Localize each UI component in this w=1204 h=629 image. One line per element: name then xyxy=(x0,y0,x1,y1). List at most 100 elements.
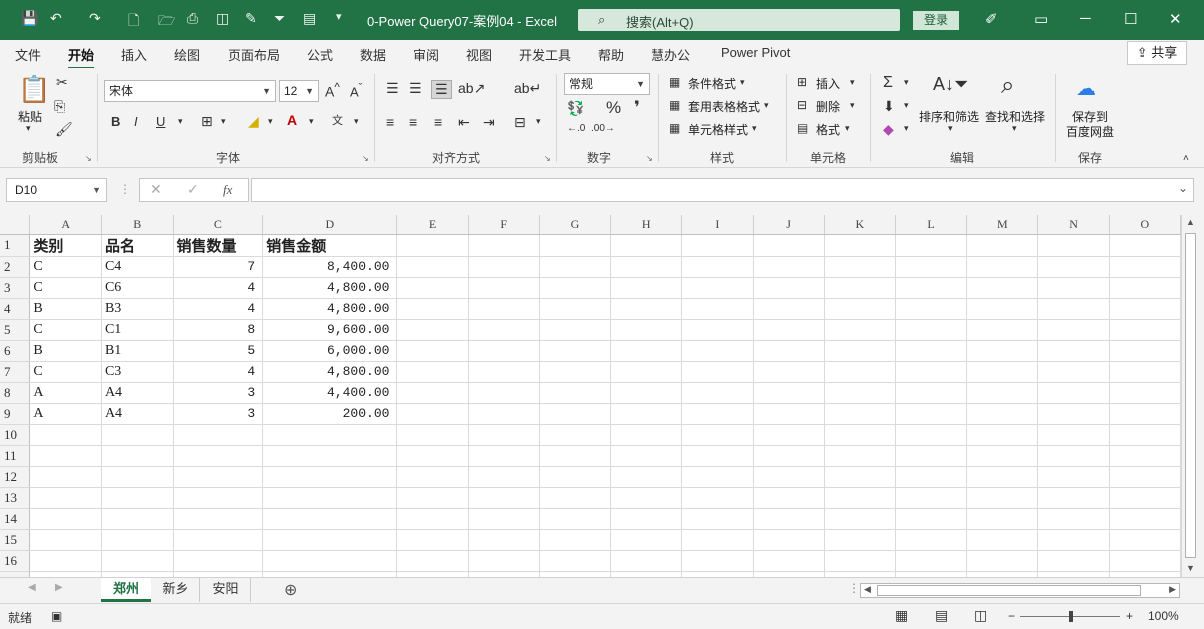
tab-page-layout[interactable]: 页面布局 xyxy=(228,45,280,64)
maximize-icon[interactable]: ☐ xyxy=(1124,10,1137,28)
cell-empty[interactable] xyxy=(396,550,469,572)
cell-empty[interactable] xyxy=(966,340,1039,362)
baidu-netdisk-icon[interactable]: ☁ xyxy=(1076,76,1096,101)
tab-power-pivot[interactable]: Power Pivot xyxy=(721,45,790,60)
cell-empty[interactable] xyxy=(1037,424,1110,446)
cell-a[interactable] xyxy=(29,445,102,467)
tab-draw[interactable]: 绘图 xyxy=(174,45,200,64)
conditional-format-button[interactable]: 条件格式 xyxy=(688,75,736,92)
tab-view[interactable]: 视图 xyxy=(466,45,492,64)
cell-empty[interactable] xyxy=(824,403,896,425)
cell-b[interactable]: C6 xyxy=(101,277,174,299)
cell-empty[interactable] xyxy=(1109,361,1181,383)
normal-view-icon[interactable]: ▦ xyxy=(895,607,908,624)
column-header[interactable]: F xyxy=(468,215,540,235)
cell-empty[interactable] xyxy=(824,487,896,509)
cell-empty[interactable] xyxy=(824,508,896,530)
cell-empty[interactable] xyxy=(610,340,683,362)
font-name-select[interactable]: 宋体 ▼ xyxy=(104,80,276,102)
cell-empty[interactable] xyxy=(1109,550,1181,572)
row-header[interactable]: 14 xyxy=(0,508,31,530)
cell-c[interactable]: 3 xyxy=(173,382,264,404)
chevron-down-icon[interactable]: ▾ xyxy=(764,100,769,111)
zoom-slider-thumb[interactable] xyxy=(1069,611,1073,622)
align-center-icon[interactable]: ≡ xyxy=(409,114,417,130)
cell-empty[interactable] xyxy=(396,361,469,383)
formula-input[interactable]: ⌄ xyxy=(251,178,1194,202)
row-header[interactable]: 11 xyxy=(0,445,31,467)
cell-empty[interactable] xyxy=(895,508,968,530)
prev-sheet-icon[interactable]: ◀ xyxy=(28,582,36,593)
cell-a[interactable]: C xyxy=(29,277,102,299)
cell-empty[interactable] xyxy=(539,466,612,488)
cell-empty[interactable] xyxy=(681,256,754,278)
column-header[interactable]: H xyxy=(610,215,683,235)
collapse-ribbon-icon[interactable]: ˄ xyxy=(1183,153,1189,164)
insert-button[interactable]: 插入 xyxy=(816,75,840,92)
bold-icon[interactable]: B xyxy=(111,114,120,129)
column-header[interactable]: D xyxy=(262,215,398,235)
cell-empty[interactable] xyxy=(753,424,825,446)
cell-empty[interactable] xyxy=(1037,529,1110,551)
zoom-level[interactable]: 100% xyxy=(1148,609,1179,623)
cell-empty[interactable] xyxy=(681,550,754,572)
cell-empty[interactable] xyxy=(1109,382,1181,404)
redo-icon[interactable]: ↷ xyxy=(89,10,101,27)
comma-style-icon[interactable]: ❜ xyxy=(634,98,640,118)
cell-empty[interactable] xyxy=(966,424,1039,446)
cell-b[interactable] xyxy=(101,466,174,488)
cell-empty[interactable] xyxy=(824,550,896,572)
cell-d[interactable]: 200.00 xyxy=(262,403,398,425)
fill-down-icon[interactable]: ⬇ xyxy=(883,98,895,115)
cell-d[interactable]: 4,400.00 xyxy=(262,382,398,404)
cell-empty[interactable] xyxy=(1109,529,1181,551)
close-icon[interactable]: ✕ xyxy=(1169,10,1182,28)
number-format-select[interactable]: 常规 ▼ xyxy=(564,73,650,95)
cell-empty[interactable] xyxy=(610,445,683,467)
cell-empty[interactable] xyxy=(753,277,825,299)
cell-empty[interactable] xyxy=(396,382,469,404)
cell-a[interactable]: C xyxy=(29,319,102,341)
align-top-icon[interactable]: ☰ xyxy=(386,80,399,97)
cell-b[interactable] xyxy=(101,529,174,551)
cell-a[interactable]: 类别 xyxy=(29,234,102,257)
row-header[interactable]: 4 xyxy=(0,298,31,320)
cell-empty[interactable] xyxy=(824,340,896,362)
cell-b[interactable] xyxy=(101,487,174,509)
cell-empty[interactable] xyxy=(681,466,754,488)
row-header[interactable]: 16 xyxy=(0,550,31,572)
filter-icon[interactable]: ⏷ xyxy=(274,10,285,27)
cell-empty[interactable] xyxy=(610,550,683,572)
vertical-scrollbar[interactable]: ▲ ▼ xyxy=(1181,215,1198,577)
cell-empty[interactable] xyxy=(1037,550,1110,572)
cell-empty[interactable] xyxy=(539,529,612,551)
column-header[interactable]: G xyxy=(539,215,612,235)
cell-c[interactable]: 4 xyxy=(173,277,264,299)
cell-b[interactable] xyxy=(101,445,174,467)
cell-empty[interactable] xyxy=(1037,361,1110,383)
cell-empty[interactable] xyxy=(753,234,825,257)
cell-a[interactable] xyxy=(29,550,102,572)
scroll-up-icon[interactable]: ▲ xyxy=(1186,217,1195,227)
cell-empty[interactable] xyxy=(396,340,469,362)
cell-empty[interactable] xyxy=(824,382,896,404)
row-header[interactable]: 13 xyxy=(0,487,31,509)
fill-dropdown-icon[interactable]: ▾ xyxy=(268,116,273,127)
cell-empty[interactable] xyxy=(610,234,683,257)
cell-empty[interactable] xyxy=(895,256,968,278)
cell-empty[interactable] xyxy=(1109,466,1181,488)
chevron-down-icon[interactable]: ▾ xyxy=(752,123,757,134)
cell-empty[interactable] xyxy=(539,234,612,257)
cell-empty[interactable] xyxy=(468,466,540,488)
cell-empty[interactable] xyxy=(681,403,754,425)
cell-empty[interactable] xyxy=(468,340,540,362)
row-header[interactable]: 12 xyxy=(0,466,31,488)
cell-b[interactable]: C4 xyxy=(101,256,174,278)
cell-empty[interactable] xyxy=(610,403,683,425)
copy-icon[interactable]: ⎘ xyxy=(54,98,65,115)
cell-empty[interactable] xyxy=(468,298,540,320)
cell-c[interactable] xyxy=(173,508,264,530)
paste-icon[interactable]: 📋 xyxy=(18,74,50,105)
cell-empty[interactable] xyxy=(681,382,754,404)
clear-icon[interactable]: ◆ xyxy=(883,121,894,138)
